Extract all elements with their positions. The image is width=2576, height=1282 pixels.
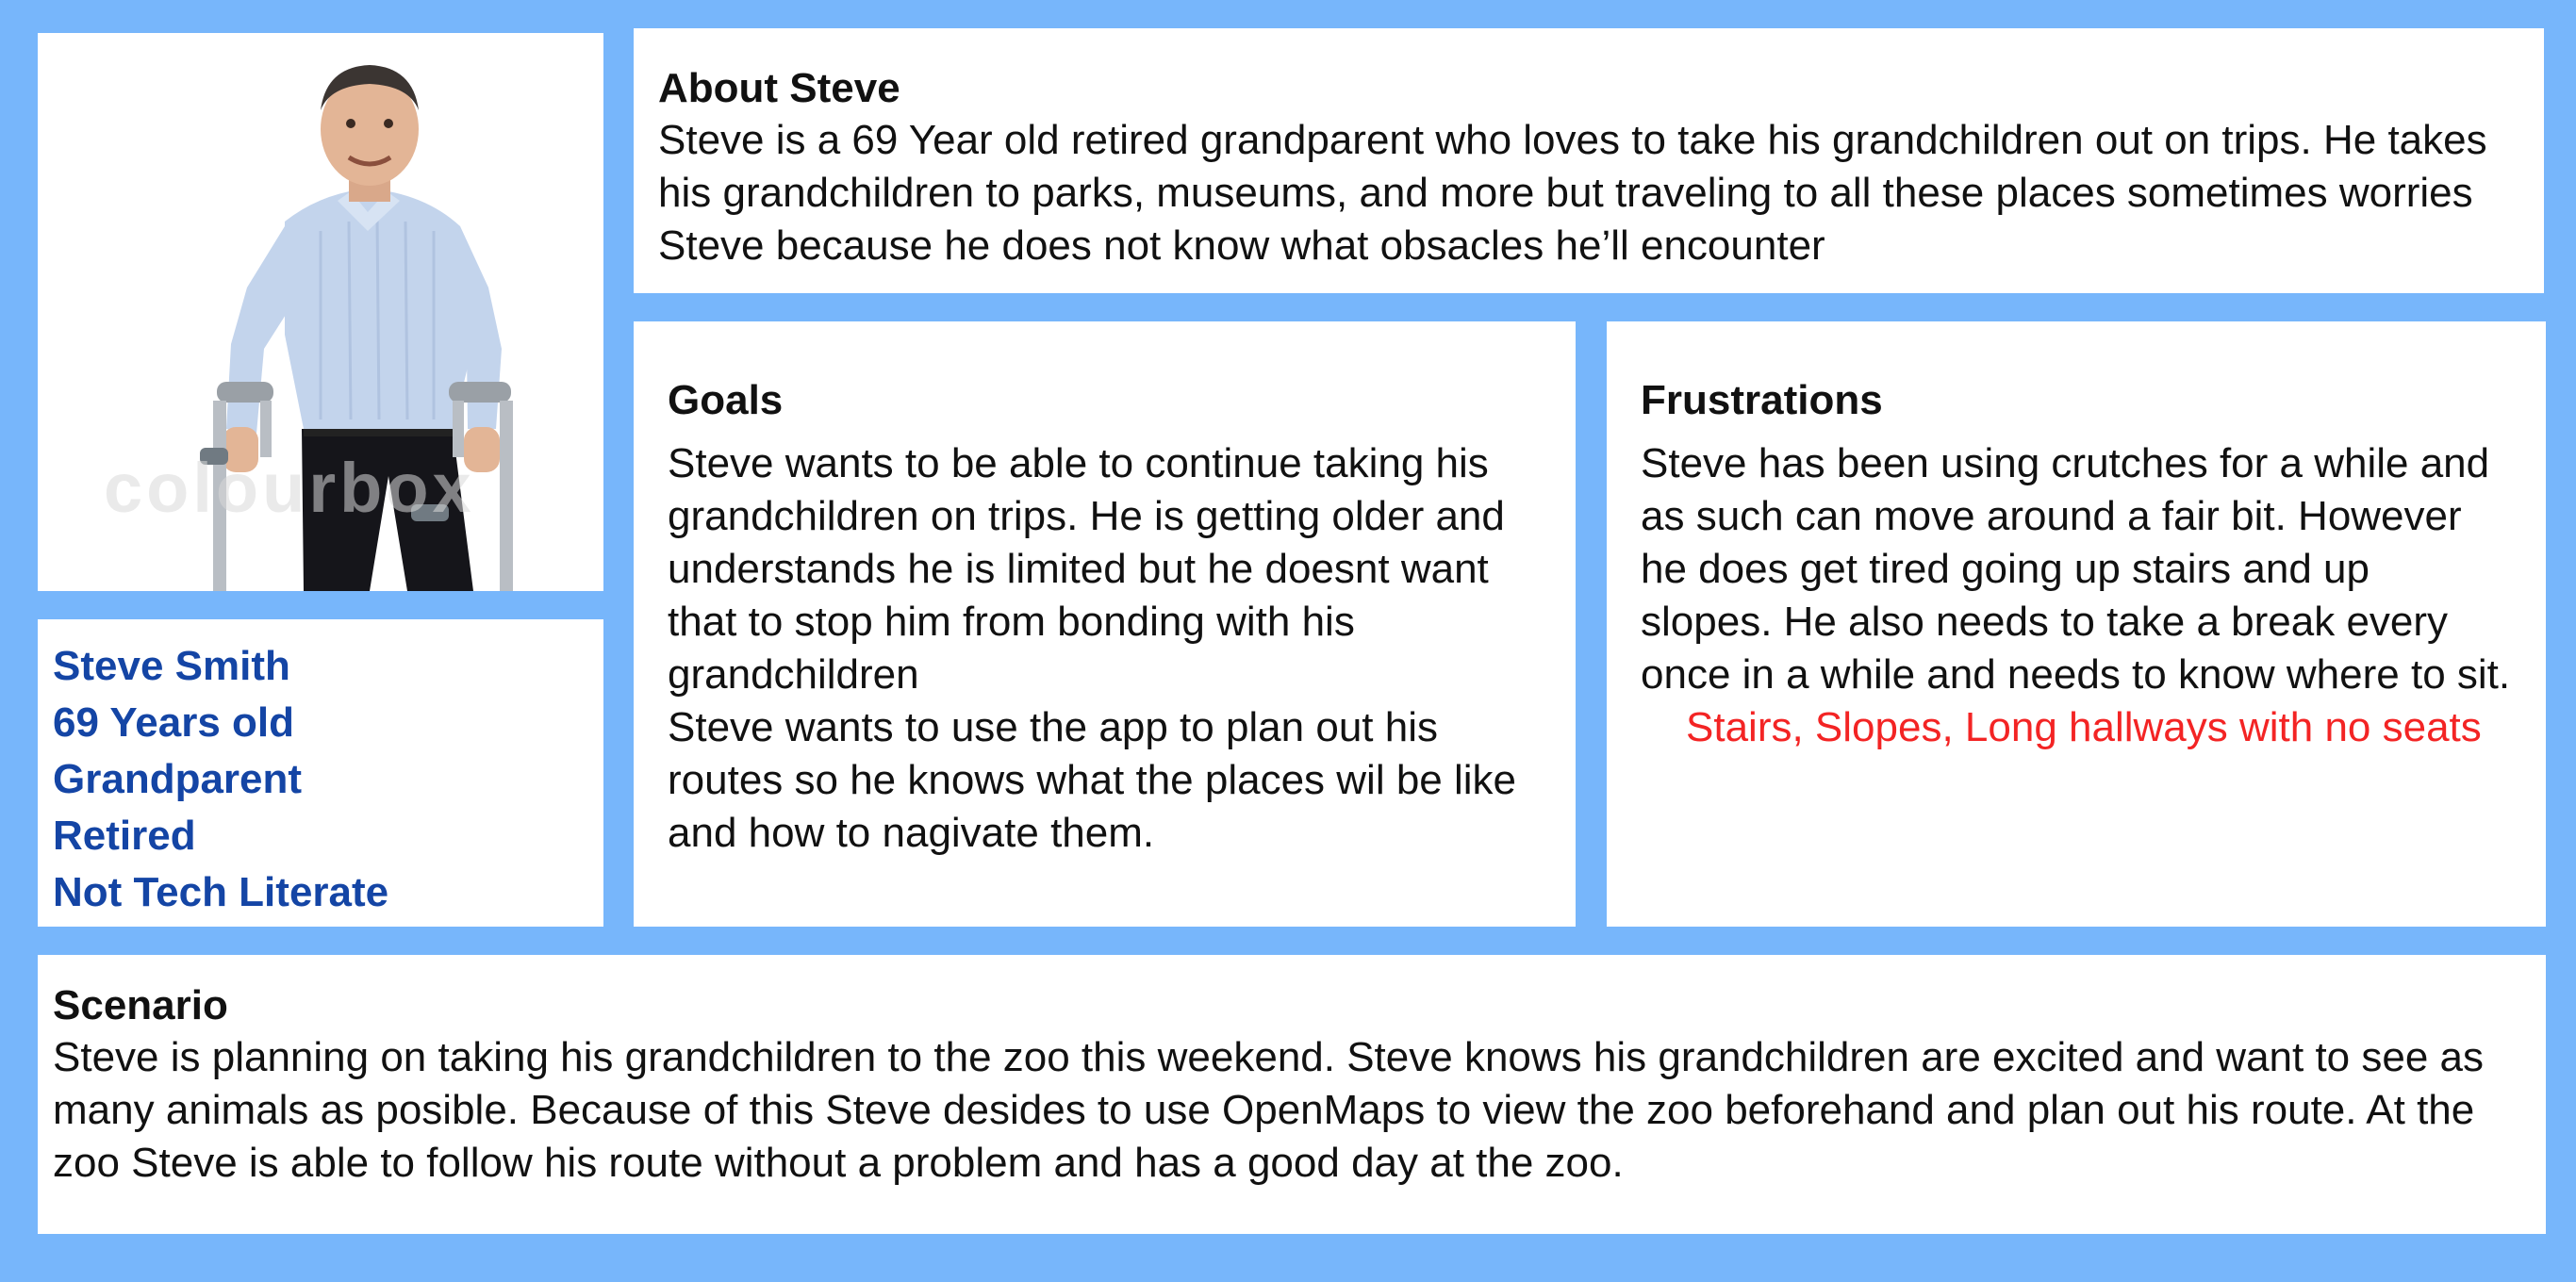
scenario-heading: Scenario — [53, 982, 228, 1028]
frustrations-heading: Frustrations — [1641, 377, 1883, 423]
persona-status: Retired — [53, 813, 196, 859]
goals-paragraph-1: Steve wants to be able to continue takin… — [668, 440, 1505, 698]
persona-tech-level: Not Tech Literate — [53, 869, 389, 915]
scenario-text: Steve is planning on taking his grandchi… — [53, 1034, 2485, 1186]
persona-age: 69 Years old — [53, 699, 295, 746]
frustrations-highlight: Stairs, Slopes, Long hallways with no se… — [1686, 704, 2482, 750]
frustrations-panel: Frustrations Steve has been using crutch… — [1607, 321, 2546, 927]
persona-name: Steve Smith — [53, 643, 290, 689]
photo-watermark: colourbox — [104, 449, 475, 527]
about-panel: About Steve Steve is a 69 Year old retir… — [634, 28, 2544, 293]
goals-heading: Goals — [668, 377, 784, 423]
about-heading: About Steve — [658, 65, 900, 111]
persona-details-panel: Steve Smith 69 Years old Grandparent Ret… — [38, 619, 603, 927]
scenario-panel: Scenario Steve is planning on taking his… — [38, 955, 2546, 1234]
frustrations-text: Steve has been using crutches for a whil… — [1641, 440, 2511, 698]
persona-photo-panel: colourbox — [38, 33, 603, 591]
goals-paragraph-2: Steve wants to use the app to plan out h… — [668, 704, 1517, 856]
goals-panel: Goals Steve wants to be able to continue… — [634, 321, 1576, 927]
persona-role: Grandparent — [53, 756, 303, 802]
about-text: Steve is a 69 Year old retired grandpare… — [658, 117, 2487, 269]
